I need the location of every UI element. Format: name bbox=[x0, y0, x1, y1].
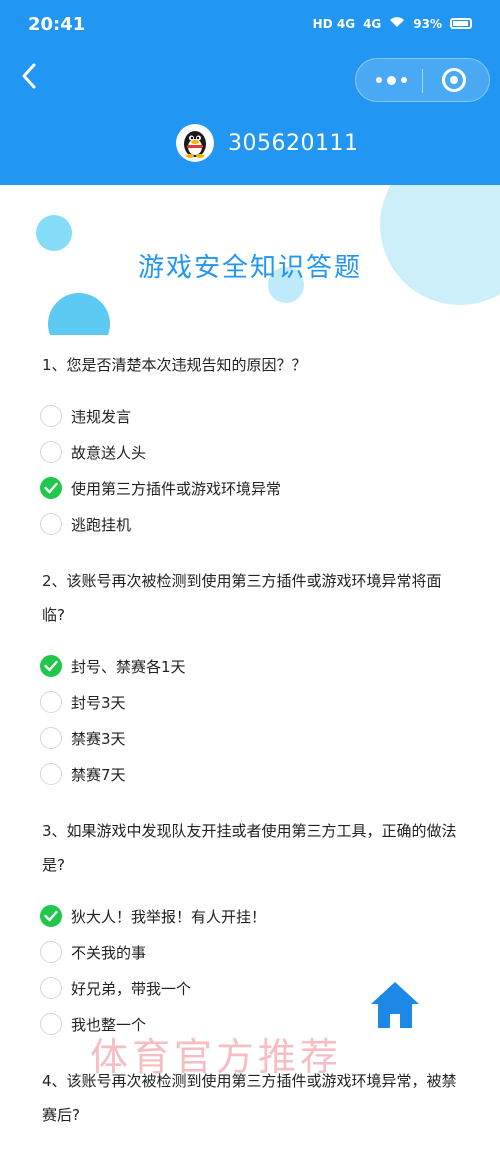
question-3: 3、如果游戏中发现队友开挂或者使用第三方工具，正确的做法是? 狄大人！我举报！有… bbox=[0, 814, 500, 1042]
mini-program-capsule bbox=[355, 58, 490, 102]
option-label: 封号3天 bbox=[71, 693, 126, 712]
bubble-decoration bbox=[36, 215, 72, 251]
radio-button[interactable] bbox=[40, 977, 62, 999]
question-text: 3、如果游戏中发现队友开挂或者使用第三方工具，正确的做法是? bbox=[42, 822, 457, 874]
status-bar: 20:41 HD 4G 4G 93% bbox=[0, 0, 500, 52]
option-label: 违规发言 bbox=[71, 407, 132, 426]
watermark-text: 体育官方推荐 bbox=[90, 1035, 343, 1079]
radio-button[interactable] bbox=[40, 691, 62, 713]
option-item[interactable]: 封号3天 bbox=[40, 684, 500, 720]
option-label: 禁赛7天 bbox=[71, 765, 126, 784]
option-item[interactable]: 好兄弟，带我一个 bbox=[40, 970, 500, 1006]
radio-button[interactable] bbox=[40, 513, 62, 535]
option-item[interactable]: 逃跑挂机 bbox=[40, 506, 500, 542]
target-close-icon[interactable] bbox=[442, 68, 466, 92]
option-item[interactable]: 故意送人头 bbox=[40, 434, 500, 470]
question-2: 2、该账号再次被检测到使用第三方插件或游戏环境异常将面临? 封号、禁赛各1天 封… bbox=[0, 564, 500, 792]
radio-button[interactable] bbox=[40, 727, 62, 749]
network-indicator-1: HD 4G bbox=[312, 16, 356, 31]
check-icon[interactable] bbox=[40, 905, 62, 927]
more-dots-icon[interactable] bbox=[366, 65, 416, 95]
wifi-icon bbox=[389, 16, 405, 31]
status-time: 20:41 bbox=[28, 14, 86, 35]
radio-button[interactable] bbox=[40, 441, 62, 463]
option-item[interactable]: 不关我的事 bbox=[40, 934, 500, 970]
option-item[interactable]: 违规发言 bbox=[40, 398, 500, 434]
option-label: 禁赛3天 bbox=[71, 729, 126, 748]
check-icon[interactable] bbox=[40, 477, 62, 499]
bubble-decoration bbox=[380, 185, 500, 305]
radio-button[interactable] bbox=[40, 1013, 62, 1035]
bubble-decoration bbox=[48, 293, 110, 335]
chevron-left-icon[interactable] bbox=[14, 62, 44, 98]
question-text: 2、该账号再次被检测到使用第三方插件或游戏环境异常将面临? bbox=[42, 572, 442, 624]
option-item[interactable]: 狄大人！我举报！有人开挂！ bbox=[40, 898, 500, 934]
option-label: 封号、禁赛各1天 bbox=[71, 657, 186, 676]
battery-percent: 93% bbox=[413, 16, 442, 31]
option-item[interactable]: 禁赛3天 bbox=[40, 720, 500, 756]
question-1: 1、您是否清楚本次违规告知的原因？？ 违规发言 故意送人头 使用第三方插件或游戏… bbox=[0, 348, 500, 542]
capsule-divider bbox=[422, 69, 423, 93]
home-icon[interactable] bbox=[368, 978, 422, 1032]
radio-button[interactable] bbox=[40, 941, 62, 963]
radio-button[interactable] bbox=[40, 763, 62, 785]
check-icon[interactable] bbox=[40, 655, 62, 677]
option-item[interactable]: 封号、禁赛各1天 bbox=[40, 648, 500, 684]
option-item[interactable]: 禁赛7天 bbox=[40, 756, 500, 792]
option-label: 不关我的事 bbox=[71, 943, 147, 962]
status-icons: HD 4G 4G 93% bbox=[313, 16, 472, 31]
battery-icon bbox=[450, 18, 472, 29]
option-item[interactable]: 使用第三方插件或游戏环境异常 bbox=[40, 470, 500, 506]
option-label: 使用第三方插件或游戏环境异常 bbox=[71, 479, 282, 498]
option-label: 狄大人！我举报！有人开挂！ bbox=[71, 907, 267, 926]
option-label: 好兄弟，带我一个 bbox=[71, 979, 192, 998]
quiz-banner: 游戏安全知识答题 bbox=[0, 185, 500, 335]
page-title: 游戏安全知识答题 bbox=[137, 253, 362, 283]
option-label: 故意送人头 bbox=[71, 443, 147, 462]
header-bar: 20:41 HD 4G 4G 93% 305620111 bbox=[0, 0, 500, 185]
option-label: 逃跑挂机 bbox=[71, 515, 132, 534]
question-text: 1、您是否清楚本次违规告知的原因？？ bbox=[42, 356, 307, 374]
account-info: 305620111 bbox=[176, 124, 358, 162]
radio-button[interactable] bbox=[40, 405, 62, 427]
account-number: 305620111 bbox=[228, 130, 359, 156]
network-indicator-2: 4G bbox=[363, 16, 382, 31]
qq-penguin-icon bbox=[176, 124, 214, 162]
